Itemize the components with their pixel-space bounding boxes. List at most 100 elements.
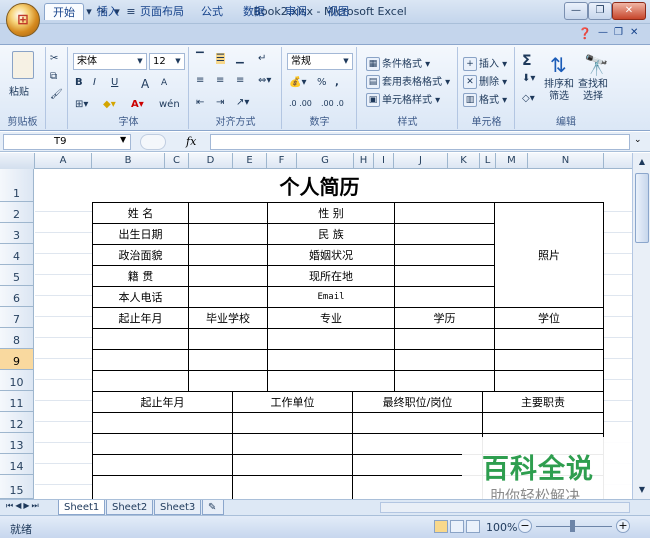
- middle-align-icon[interactable]: ☰: [216, 53, 225, 64]
- font-color-icon[interactable]: A▾: [131, 99, 144, 110]
- ribbon-minimize-icon[interactable]: —: [598, 27, 608, 38]
- value-birthdate[interactable]: [188, 223, 268, 245]
- shrink-font-button[interactable]: A: [161, 78, 167, 88]
- label-phone[interactable]: 本人电话: [92, 286, 189, 308]
- sheet-tab-2[interactable]: Sheet2: [106, 500, 154, 515]
- orientation-icon[interactable]: ↗▾: [236, 97, 249, 108]
- column-header-a[interactable]: A: [35, 153, 92, 169]
- increase-decimal-button[interactable]: .0 .00: [289, 99, 312, 108]
- format-as-table-button[interactable]: ▤ 套用表格格式 ▾: [366, 73, 450, 89]
- zoom-slider-thumb[interactable]: [570, 520, 575, 532]
- row-header-4[interactable]: 4: [0, 244, 34, 265]
- minimize-button[interactable]: —: [564, 2, 588, 20]
- insert-cells-button[interactable]: + 插入 ▾: [463, 55, 507, 71]
- sort-filter-icon[interactable]: ⇅: [550, 53, 567, 77]
- column-header-d[interactable]: D: [189, 153, 233, 169]
- column-header-j[interactable]: J: [394, 153, 448, 169]
- work-cell[interactable]: [232, 475, 353, 499]
- fill-color-icon[interactable]: ◆▾: [103, 99, 116, 110]
- zoom-level[interactable]: 100%: [486, 521, 517, 534]
- edu-header-education[interactable]: 学历: [394, 307, 495, 329]
- column-header-g[interactable]: G: [297, 153, 354, 169]
- name-box-dropdown-icon[interactable]: ▼: [120, 135, 126, 144]
- page-break-view-icon[interactable]: [466, 520, 480, 533]
- decrease-decimal-button[interactable]: .00 .0: [321, 99, 344, 108]
- edu-cell[interactable]: [267, 370, 395, 392]
- label-name[interactable]: 姓 名: [92, 202, 189, 224]
- work-header-employer[interactable]: 工作单位: [232, 391, 353, 413]
- label-birthdate[interactable]: 出生日期: [92, 223, 189, 245]
- column-header-h[interactable]: H: [354, 153, 374, 169]
- row-header-2[interactable]: 2: [0, 202, 34, 223]
- column-header-l[interactable]: L: [480, 153, 496, 169]
- cell-styles-button[interactable]: ▣ 单元格样式 ▾: [366, 91, 440, 107]
- edu-cell[interactable]: [92, 349, 189, 371]
- value-native-place[interactable]: [188, 265, 268, 287]
- comma-button[interactable]: ,: [335, 77, 339, 88]
- work-cell[interactable]: [232, 454, 353, 476]
- scroll-up-icon[interactable]: ▲: [635, 155, 649, 169]
- edu-cell[interactable]: [188, 328, 268, 350]
- sheet-tab-1[interactable]: Sheet1: [58, 500, 106, 515]
- restore-button[interactable]: ❐: [588, 2, 612, 20]
- fill-icon[interactable]: ⬇▾: [522, 73, 535, 84]
- edu-header-major[interactable]: 专业: [267, 307, 395, 329]
- tab-review[interactable]: 审阅: [280, 3, 312, 20]
- row-header-8[interactable]: 8: [0, 328, 34, 349]
- column-header-o[interactable]: [604, 153, 632, 169]
- photo-cell[interactable]: 照片: [494, 202, 604, 308]
- align-left-icon[interactable]: ≡: [196, 75, 204, 86]
- label-email[interactable]: Email: [267, 286, 395, 308]
- percent-button[interactable]: %: [317, 77, 327, 88]
- value-ethnicity[interactable]: [394, 223, 495, 245]
- name-box[interactable]: T9: [3, 134, 131, 150]
- conditional-format-button[interactable]: ▦ 条件格式 ▾: [366, 55, 430, 71]
- ribbon-restore-icon[interactable]: ❐: [614, 27, 623, 38]
- clear-icon[interactable]: ◇▾: [522, 93, 535, 104]
- work-cell[interactable]: [92, 475, 233, 499]
- find-select-icon[interactable]: 🔭: [584, 53, 609, 77]
- label-native-place[interactable]: 籍 贯: [92, 265, 189, 287]
- work-cell[interactable]: [92, 454, 233, 476]
- edu-cell[interactable]: [394, 349, 495, 371]
- find-select-button[interactable]: 查找和 选择: [578, 79, 608, 103]
- value-phone[interactable]: [188, 286, 268, 308]
- row-header-5[interactable]: 5: [0, 265, 34, 286]
- tab-home[interactable]: 开始: [44, 3, 84, 20]
- work-cell[interactable]: [352, 412, 483, 434]
- row-header-12[interactable]: 12: [0, 412, 34, 433]
- zoom-out-icon[interactable]: −: [518, 519, 532, 533]
- edu-header-school[interactable]: 毕业学校: [188, 307, 268, 329]
- format-cells-button[interactable]: ▥ 格式 ▾: [463, 91, 507, 107]
- autosum-button[interactable]: Σ: [522, 53, 532, 69]
- work-cell[interactable]: [232, 433, 353, 455]
- label-marital-status[interactable]: 婚姻状况: [267, 244, 395, 266]
- label-ethnicity[interactable]: 民 族: [267, 223, 395, 245]
- select-all-corner[interactable]: [0, 153, 35, 169]
- edu-cell[interactable]: [267, 349, 395, 371]
- grow-font-button[interactable]: A: [141, 77, 149, 91]
- value-email[interactable]: [394, 286, 495, 308]
- work-header-period[interactable]: 起止年月: [92, 391, 233, 413]
- underline-button[interactable]: U: [111, 77, 118, 88]
- align-center-icon[interactable]: ≡: [216, 75, 224, 86]
- scroll-down-icon[interactable]: ▼: [635, 483, 649, 497]
- tab-formulas[interactable]: 公式: [196, 3, 228, 20]
- sort-filter-button[interactable]: 排序和 筛选: [544, 79, 574, 103]
- font-name-select[interactable]: 宋体 ▼: [73, 53, 147, 70]
- close-button[interactable]: ✕: [612, 2, 646, 20]
- formula-cancel-handle[interactable]: [140, 134, 166, 150]
- merge-center-icon[interactable]: ⇔▾: [258, 75, 271, 86]
- paste-button[interactable]: 粘贴: [9, 83, 29, 98]
- value-gender[interactable]: [394, 202, 495, 224]
- expand-formula-icon[interactable]: ⌄: [634, 135, 642, 145]
- page-layout-view-icon[interactable]: [450, 520, 464, 533]
- phonetic-button[interactable]: wén: [159, 99, 180, 110]
- formula-input[interactable]: [210, 134, 630, 150]
- cut-icon[interactable]: ✂: [50, 53, 58, 64]
- value-political-status[interactable]: [188, 244, 268, 266]
- delete-cells-button[interactable]: ✕ 删除 ▾: [463, 73, 507, 89]
- wrap-text-icon[interactable]: ↵: [258, 53, 266, 64]
- edu-cell[interactable]: [188, 370, 268, 392]
- edu-cell[interactable]: [188, 349, 268, 371]
